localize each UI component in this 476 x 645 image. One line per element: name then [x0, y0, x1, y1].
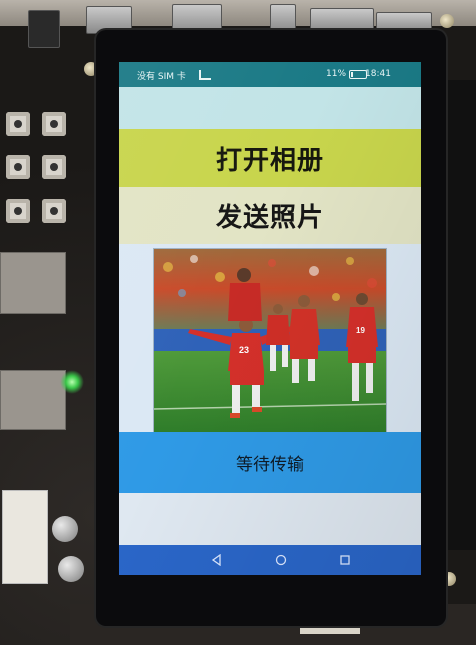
transfer-status-label: 等待传输: [236, 455, 304, 475]
keypad: [6, 112, 72, 230]
send-photo-button[interactable]: 发送照片: [119, 187, 421, 244]
board-key: [42, 155, 66, 180]
usb-port: [270, 4, 296, 32]
open-album-button[interactable]: 打开相册: [119, 129, 421, 187]
capacitor: [58, 556, 84, 582]
battery-indicator: 11%: [326, 69, 368, 79]
bottom-spacer: [119, 493, 421, 545]
photo-area: 23 19: [119, 244, 421, 433]
board-key: [6, 198, 30, 223]
phone-screen: 没有 SIM 卡 11% 18:41 打开相册 发送照片 23 19 等待传输: [119, 62, 421, 575]
clock: 18:41: [365, 69, 391, 79]
nav-recent-icon[interactable]: [339, 554, 351, 566]
board-key: [6, 112, 30, 136]
battery-percent: 11%: [326, 69, 347, 79]
nav-back-icon[interactable]: [211, 553, 223, 567]
power-led: [60, 370, 84, 394]
selected-photo: 23 19: [153, 248, 387, 433]
mounting-screw: [440, 14, 454, 28]
capacitor: [52, 516, 78, 542]
header-port: [376, 12, 432, 32]
navigation-bar: [119, 545, 421, 575]
jersey-number: 19: [356, 326, 365, 335]
transfer-status: 等待传输: [119, 432, 421, 493]
top-spacer: [119, 87, 421, 129]
ethernet-port: [310, 8, 374, 32]
board-key: [42, 112, 66, 136]
signal-icon: [199, 70, 211, 80]
board-port: [0, 252, 66, 314]
nav-home-icon[interactable]: [275, 554, 287, 566]
jersey-number: 23: [239, 345, 249, 355]
pin-header: [2, 490, 48, 584]
board-port: [0, 370, 66, 430]
board-key: [42, 198, 66, 223]
status-bar: 没有 SIM 卡 11% 18:41: [119, 62, 421, 87]
dc-jack: [28, 10, 60, 48]
football-photo: 23 19: [154, 249, 386, 432]
board-key: [6, 155, 30, 180]
carrier-label: 没有 SIM 卡: [137, 72, 186, 82]
